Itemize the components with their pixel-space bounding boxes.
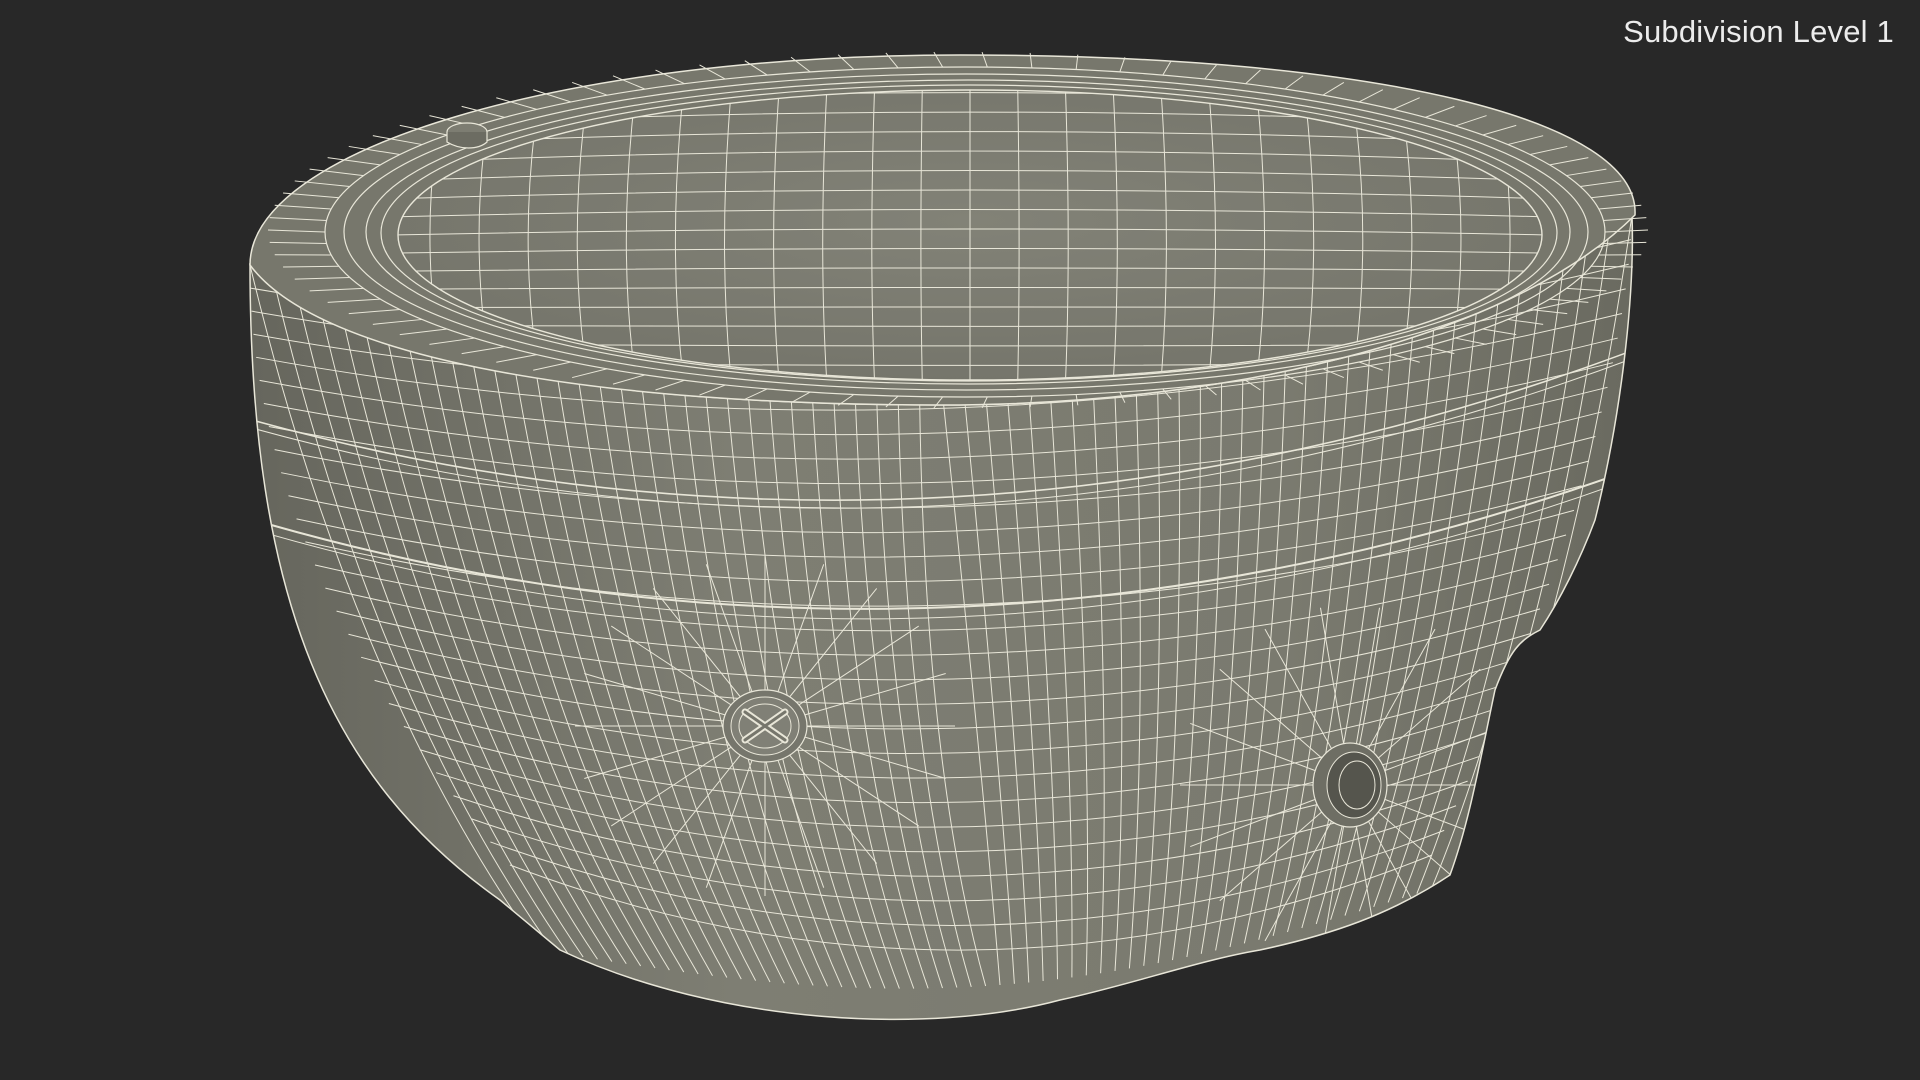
wire-edge (1591, 265, 1633, 268)
wireframe-model (249, 51, 1649, 1021)
top-knob (446, 122, 488, 149)
subdivision-level-label: Subdivision Level 1 (1623, 14, 1894, 49)
side-hole (1312, 742, 1388, 828)
screw-head (722, 689, 808, 763)
render-viewport: Subdivision Level 1 (0, 0, 1920, 1080)
wire-edge (398, 306, 1542, 308)
wire-edge (283, 265, 339, 268)
